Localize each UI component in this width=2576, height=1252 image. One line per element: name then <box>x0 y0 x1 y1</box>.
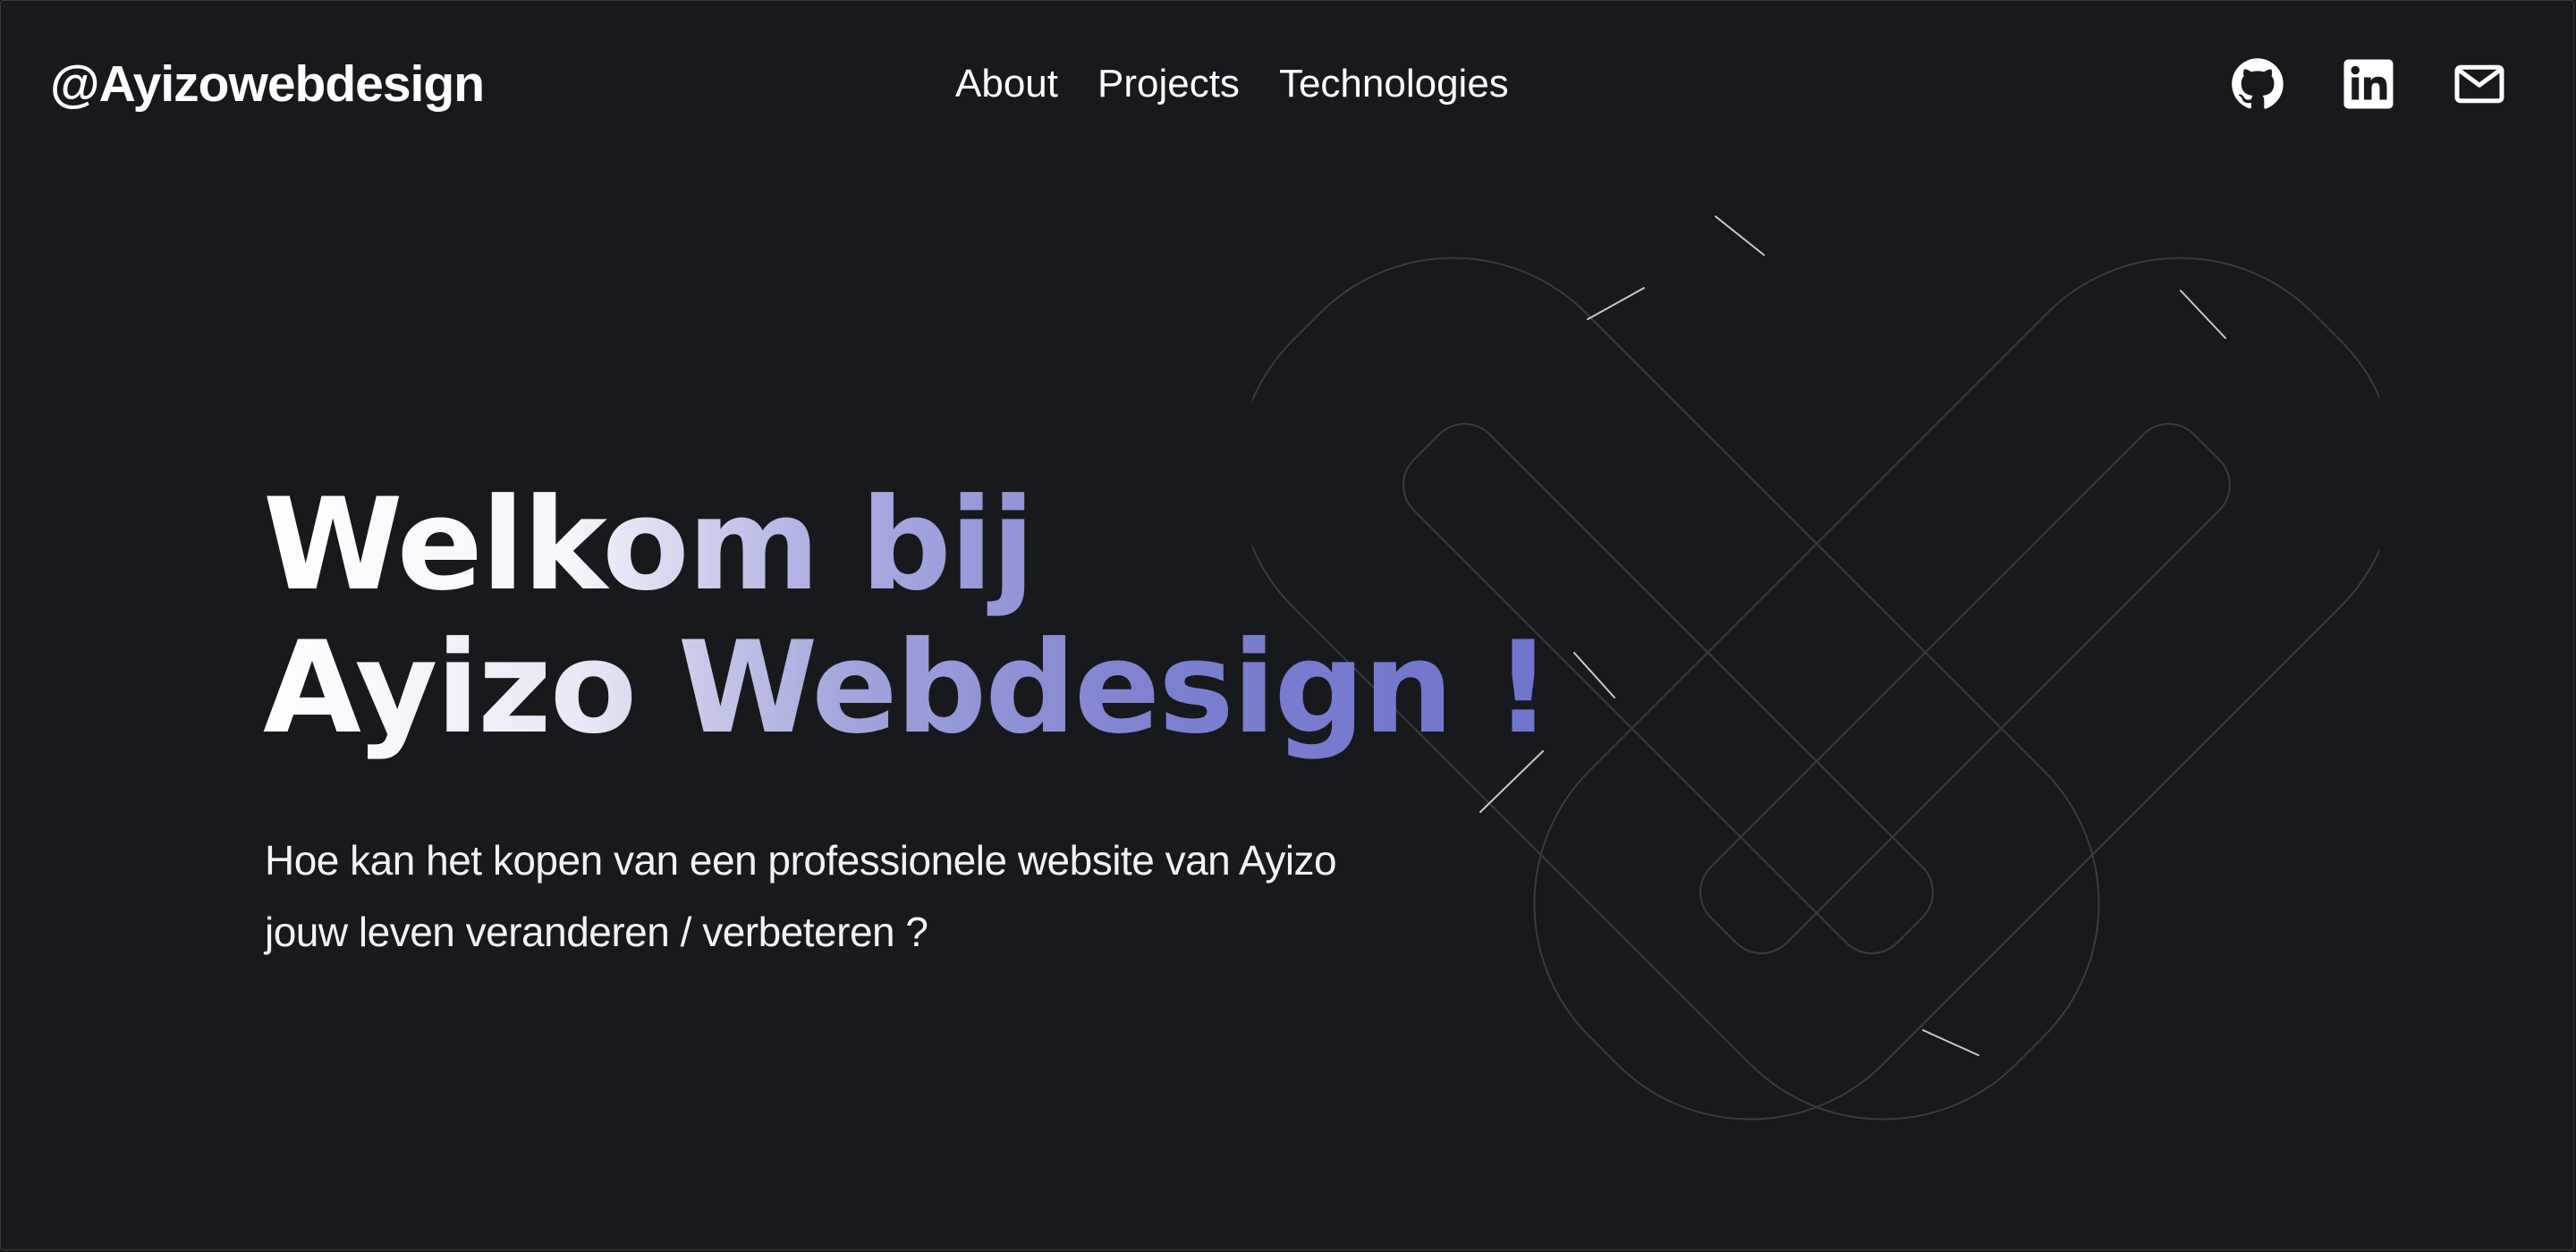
knot-band-right <box>1533 257 2379 1121</box>
knot-inner-right <box>1699 423 2231 954</box>
hero-title-text-2: Ayizo Webdesign ! <box>263 614 1551 762</box>
mail-link[interactable] <box>2453 57 2506 111</box>
github-icon <box>2232 58 2284 109</box>
nav-about[interactable]: About <box>955 64 1058 104</box>
hero-title: Welkom bij Ayizo Webdesign ! <box>263 474 1550 760</box>
light-streak <box>2180 290 2226 339</box>
mail-icon <box>2454 64 2504 104</box>
nav-projects[interactable]: Projects <box>1097 64 1240 104</box>
linkedin-link[interactable] <box>2342 57 2395 111</box>
main-nav: About Projects Technologies <box>955 64 1509 104</box>
nav-technologies[interactable]: Technologies <box>1279 64 1509 104</box>
light-streak <box>1715 216 1765 256</box>
light-streak <box>1587 287 1645 320</box>
social-links <box>2231 57 2506 111</box>
hero-subtitle: Hoe kan het kopen van een professionele … <box>265 837 1337 955</box>
light-streak <box>1922 1029 1979 1056</box>
brand-logo[interactable]: @Ayizowebdesign <box>50 59 485 110</box>
linkedin-icon <box>2343 59 2394 109</box>
github-link[interactable] <box>2231 57 2284 111</box>
hero-title-line-2: Ayizo Webdesign ! <box>263 617 1550 760</box>
hero-title-text-1: Welkom bij <box>263 471 1034 619</box>
hero-title-line-1: Welkom bij <box>263 474 1550 617</box>
